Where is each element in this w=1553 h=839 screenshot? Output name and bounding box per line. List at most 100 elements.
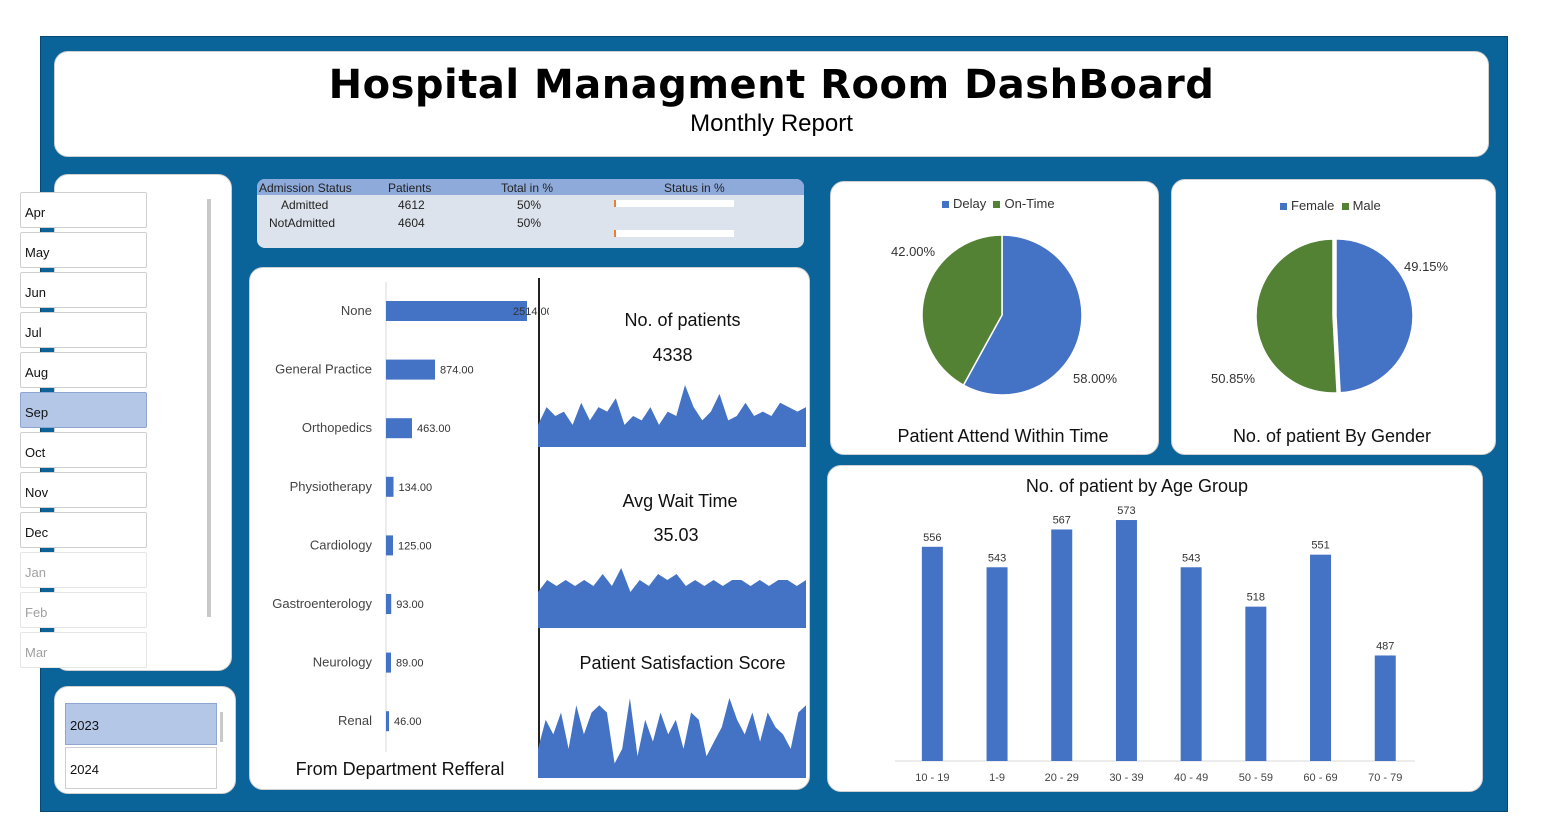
age-value-label: 543 bbox=[1182, 552, 1200, 564]
row-notadmitted-total: 50% bbox=[517, 216, 542, 230]
patients-kpi-title: No. of patients bbox=[624, 310, 741, 330]
dept-bar bbox=[386, 535, 394, 556]
pie-slice-female bbox=[1335, 238, 1414, 394]
header-total-pct: Total in % bbox=[501, 181, 554, 195]
dept-category-label: Renal bbox=[338, 713, 372, 728]
month-mar[interactable]: Mar bbox=[20, 632, 147, 668]
age-category-label: 1-9 bbox=[989, 772, 1005, 784]
age-bar bbox=[1115, 520, 1137, 761]
patients-kpi-value: 4338 bbox=[652, 345, 693, 365]
month-aug[interactable]: Aug bbox=[20, 352, 147, 388]
dept-value-label: 134.00 bbox=[399, 482, 433, 494]
month-sep[interactable]: Sep bbox=[20, 392, 147, 428]
month-jun[interactable]: Jun bbox=[20, 272, 147, 308]
dept-category-label: General Practice bbox=[275, 362, 372, 377]
gender-caption: No. of patient By Gender bbox=[1232, 426, 1432, 446]
age-group-title: No. of patient by Age Group bbox=[1025, 476, 1249, 496]
gender-legend: Female Male bbox=[1280, 198, 1381, 213]
satisfaction-sparkline bbox=[538, 698, 806, 778]
age-value-label: 551 bbox=[1311, 540, 1329, 552]
wait-sparkline-area bbox=[538, 568, 806, 628]
age-value-label: 487 bbox=[1376, 640, 1394, 652]
page-title: Hospital Managment Room DashBoard bbox=[328, 62, 1215, 108]
year-slicer-scrollbar[interactable] bbox=[220, 712, 223, 742]
age-category-label: 30 - 39 bbox=[1109, 772, 1143, 784]
month-jul[interactable]: Jul bbox=[20, 312, 147, 348]
dept-category-label: Orthopedics bbox=[302, 420, 373, 435]
age-value-label: 518 bbox=[1247, 592, 1265, 604]
header-status-pct: Status in % bbox=[664, 181, 725, 195]
dept-value-label: 93.00 bbox=[396, 599, 424, 611]
attendance-caption: Patient Attend Within Time bbox=[897, 426, 1109, 446]
age-category-label: 60 - 69 bbox=[1303, 772, 1337, 784]
row-admitted-patients: 4612 bbox=[398, 198, 425, 212]
age-bar bbox=[1245, 606, 1267, 761]
satisfaction-kpi-title: Patient Satisfaction Score bbox=[579, 653, 786, 673]
patients-sparkline-area bbox=[538, 385, 806, 447]
dept-bar bbox=[386, 359, 436, 380]
attendance-pie bbox=[921, 234, 1083, 396]
female-pct-label: 49.15% bbox=[1404, 259, 1449, 274]
month-jan[interactable]: Jan bbox=[20, 552, 147, 588]
month-apr[interactable]: Apr bbox=[20, 192, 147, 228]
age-value-label: 573 bbox=[1117, 505, 1135, 517]
month-slicer-scrollbar[interactable] bbox=[207, 199, 211, 617]
month-feb[interactable]: Feb bbox=[20, 592, 147, 628]
pie-slice-male bbox=[1255, 238, 1338, 394]
year-2023[interactable]: 2023 bbox=[65, 703, 217, 745]
row-notadmitted-status-bar bbox=[614, 230, 734, 237]
row-admitted-status: Admitted bbox=[281, 198, 329, 212]
age-value-label: 543 bbox=[988, 552, 1006, 564]
dept-value-label: 2514.00 bbox=[513, 306, 549, 318]
age-group-chart: 556 10 - 19 543 1-9 567 20 - 29 573 30 - 39 543 4… bbox=[895, 505, 1415, 784]
dept-bar bbox=[386, 301, 527, 321]
department-referral-caption: From Department Refferal bbox=[295, 759, 505, 779]
month-dec[interactable]: Dec bbox=[20, 512, 147, 548]
row-admitted-status-bar bbox=[614, 200, 734, 207]
dept-bar bbox=[386, 594, 392, 614]
age-bar bbox=[1180, 567, 1202, 761]
month-nov[interactable]: Nov bbox=[20, 472, 147, 508]
age-bar bbox=[921, 546, 943, 761]
age-bar bbox=[986, 567, 1008, 761]
dept-category-label: Gastroenterology bbox=[272, 596, 372, 611]
legend-female: Female bbox=[1291, 198, 1335, 213]
dept-category-label: Cardiology bbox=[310, 537, 373, 552]
age-bar bbox=[1374, 655, 1396, 761]
age-category-label: 50 - 59 bbox=[1239, 772, 1273, 784]
age-bar bbox=[1051, 529, 1073, 761]
dept-bar bbox=[386, 711, 389, 732]
dept-category-label: Physiotherapy bbox=[290, 479, 373, 494]
dept-bar bbox=[386, 476, 394, 497]
dept-bar bbox=[386, 652, 391, 673]
dept-value-label: 125.00 bbox=[398, 540, 432, 552]
dept-category-label: Neurology bbox=[313, 655, 373, 670]
age-category-label: 10 - 19 bbox=[915, 772, 949, 784]
gender-pie bbox=[1255, 238, 1414, 394]
age-category-label: 20 - 29 bbox=[1045, 772, 1079, 784]
delay-swatch bbox=[942, 201, 949, 209]
wait-kpi-title: Avg Wait Time bbox=[622, 491, 738, 511]
wait-kpi-value: 35.03 bbox=[653, 525, 699, 545]
male-swatch bbox=[1341, 203, 1349, 211]
ontime-pct-label: 42.00% bbox=[891, 244, 936, 259]
dept-value-label: 46.00 bbox=[394, 716, 422, 728]
legend-male: Male bbox=[1352, 198, 1381, 213]
ontime-swatch bbox=[993, 201, 1001, 209]
age-category-label: 70 - 79 bbox=[1368, 772, 1402, 784]
dept-value-label: 874.00 bbox=[440, 365, 474, 377]
age-value-label: 567 bbox=[1053, 514, 1071, 526]
row-notadmitted-patients: 4604 bbox=[398, 216, 425, 230]
month-may[interactable]: May bbox=[20, 232, 147, 268]
age-value-label: 556 bbox=[923, 532, 941, 544]
dept-value-label: 89.00 bbox=[396, 658, 424, 670]
age-bar bbox=[1310, 554, 1332, 761]
month-oct[interactable]: Oct bbox=[20, 432, 147, 468]
legend-ontime: On-Time bbox=[1004, 196, 1055, 211]
department-referral-chart: None 2514.00 General Practice 874.00 Orthope… bbox=[272, 282, 549, 752]
dept-category-label: None bbox=[341, 303, 372, 318]
header-patients: Patients bbox=[388, 181, 432, 195]
year-2024[interactable]: 2024 bbox=[65, 747, 217, 789]
title-card: Hospital Managment Room DashBoard Monthl… bbox=[54, 51, 1489, 157]
header-admission-status: Admission Status bbox=[259, 181, 352, 195]
